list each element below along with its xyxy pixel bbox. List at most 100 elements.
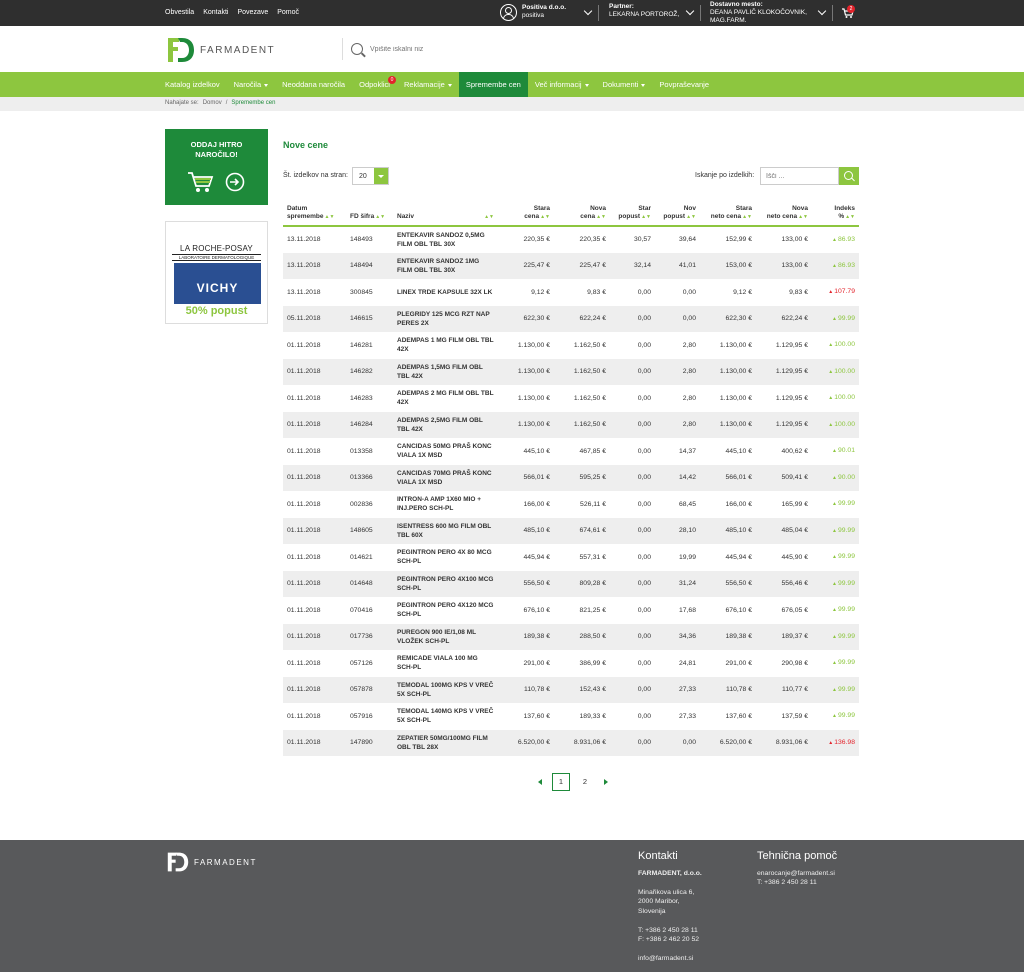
col-indeks[interactable]: Indeks %▲▼	[812, 198, 859, 227]
page-1[interactable]: 1	[552, 773, 570, 791]
user-icon[interactable]	[500, 4, 517, 21]
top-link-obvestila[interactable]: Obvestila	[165, 9, 194, 16]
row-name: TEMODAL 140MG KPS V VREČ 5X SCH-PL	[397, 708, 494, 725]
sort-icon[interactable]: ▲▼	[375, 214, 385, 220]
sort-icon[interactable]: ▲▼	[798, 214, 808, 220]
col-naziv[interactable]: Naziv ▲▼	[393, 198, 498, 227]
product-search-input[interactable]	[760, 167, 839, 185]
table-row[interactable]: 01.11.2018 017736 PUREGON 900 IE/1,08 ML V…	[283, 623, 859, 650]
table-row[interactable]: 01.11.2018 014648 PEGINTRON PERO 4X100 MCG…	[283, 570, 859, 597]
sort-icon[interactable]: ▲▼	[484, 213, 494, 221]
next-page-icon[interactable]	[604, 779, 608, 785]
table-row[interactable]: 01.11.2018 146282 ADEMPAS 1,5MG FILM OBL T…	[283, 358, 859, 385]
chevron-down-icon[interactable]	[583, 6, 593, 16]
table-row[interactable]: 01.11.2018 070416 PEGINTRON PERO 4X120 MCG…	[283, 597, 859, 624]
nav-item-vec-informacij[interactable]: Več informacij	[528, 72, 596, 97]
col-nova-cena[interactable]: Nova cena▲▼	[554, 198, 610, 227]
page-2[interactable]: 2	[576, 773, 594, 791]
row-new-price: 557,31 €	[579, 553, 606, 561]
prev-page-icon[interactable]	[538, 779, 542, 785]
nav-item-odpoklici[interactable]: Odpoklici 0	[352, 72, 397, 97]
arrow-up-icon: ▲	[832, 633, 837, 640]
nav-item-povprasevanje[interactable]: Povpraševanje	[652, 72, 716, 97]
col-label: popust	[663, 213, 686, 220]
table-row[interactable]: 01.11.2018 146281 ADEMPAS 1 MG FILM OBL TB…	[283, 332, 859, 359]
chevron-down-icon[interactable]	[374, 168, 388, 184]
nav-item-spremembe-cen[interactable]: Spremembe cen	[458, 72, 528, 97]
footer-support-email[interactable]: enarocanje@farmadent.si	[757, 870, 835, 877]
partner-selector[interactable]: Partner: LEKARNA PORTOROŽ,	[609, 3, 679, 19]
row-index: ▲99.99	[812, 570, 859, 597]
row-old-discount: 0,00	[610, 623, 655, 650]
chevron-down-icon[interactable]	[817, 6, 827, 16]
col-star-popust[interactable]: Star popust▲▼	[610, 198, 655, 227]
row-old-discount: 0,00	[637, 447, 651, 455]
price-changes-table: Datum spremembe▲▼ FD šifra▲▼ Naziv ▲▼ Star…	[283, 198, 859, 756]
arrow-up-icon: ▲	[832, 686, 837, 693]
table-row[interactable]: 13.11.2018 148493 ENTEKAVIR SANDOZ 0,5MG F…	[283, 226, 859, 253]
table-row[interactable]: 01.11.2018 057916 TEMODAL 140MG KPS V VREČ…	[283, 703, 859, 730]
row-old-net: 445,94 €	[725, 553, 752, 561]
table-row[interactable]: 05.11.2018 146615 PLEGRIDY 125 MCG RZT NAP…	[283, 305, 859, 332]
nav-item-neoddana-narocila[interactable]: Neoddana naročila	[275, 72, 352, 97]
table-row[interactable]: 01.11.2018 057878 TEMODAL 100MG KPS V VREČ…	[283, 676, 859, 703]
search-icon[interactable]	[351, 43, 363, 55]
row-index-value: 99.99	[837, 632, 855, 640]
col-nova-neto[interactable]: Nova neto cena▲▼	[756, 198, 812, 227]
logo[interactable]: FARMADENT	[166, 36, 275, 64]
caret-down-icon	[447, 83, 452, 87]
search-icon[interactable]	[839, 167, 859, 185]
table-row[interactable]: 01.11.2018 014621 PEGINTRON PERO 4X 80 MCG…	[283, 544, 859, 571]
nav-item-katalog[interactable]: Katalog izdelkov	[158, 72, 227, 97]
footer-logo[interactable]: FARMADENT	[166, 851, 257, 873]
footer-email[interactable]: info@farmadent.si	[638, 955, 693, 962]
sort-icon[interactable]: ▲▼	[742, 214, 752, 220]
chevron-down-icon[interactable]	[685, 6, 695, 16]
sort-icon[interactable]: ▲▼	[641, 214, 651, 220]
row-date: 01.11.2018	[283, 464, 346, 491]
sort-icon[interactable]: ▲▼	[540, 214, 550, 220]
vichy-banner[interactable]: LA ROCHE-POSAY LABORATOIRE DERMATOLOGIQU…	[165, 221, 268, 324]
top-link-kontakti[interactable]: Kontakti	[203, 9, 228, 16]
quick-order-promo[interactable]: ODDAJ HITRO NAROČILO!	[165, 129, 268, 205]
table-row[interactable]: 01.11.2018 002836 INTRON-A AMP 1X60 MIO + …	[283, 491, 859, 518]
sort-icon[interactable]: ▲▼	[325, 214, 335, 220]
per-page-select[interactable]: 20	[352, 167, 389, 185]
breadcrumb-home[interactable]: Domov	[203, 100, 222, 106]
row-new-discount: 14,37	[678, 447, 696, 455]
table-row[interactable]: 01.11.2018 146284 ADEMPAS 2,5MG FILM OBL T…	[283, 411, 859, 438]
row-old-net: 1.130,00 €	[719, 341, 752, 349]
nav-item-dokumenti[interactable]: Dokumenti	[596, 72, 653, 97]
arrow-up-icon: ▲	[832, 713, 837, 720]
search-input[interactable]	[370, 42, 570, 56]
col-datum[interactable]: Datum spremembe▲▼	[283, 198, 346, 227]
table-row[interactable]: 01.11.2018 148605 ISENTRESS 600 MG FILM OB…	[283, 517, 859, 544]
row-old-net: 137,60 €	[725, 712, 752, 720]
row-old-price: 485,10 €	[498, 517, 554, 544]
table-row[interactable]: 13.11.2018 148494 ENTEKAVIR SANDOZ 1MG FIL…	[283, 252, 859, 279]
table-row[interactable]: 01.11.2018 057126 REMICADE VIALA 100 MG SC…	[283, 650, 859, 677]
sort-icon[interactable]: ▲▼	[686, 214, 696, 220]
top-link-povezave[interactable]: Povezave	[237, 9, 268, 16]
sort-icon[interactable]: ▲▼	[596, 214, 606, 220]
row-index: ▲99.99	[812, 517, 859, 544]
table-row[interactable]: 01.11.2018 146283 ADEMPAS 2 MG FILM OBL TB…	[283, 385, 859, 412]
nav-item-reklamacije[interactable]: Reklamacije	[397, 72, 459, 97]
row-old-price: 1.130,00 €	[517, 341, 550, 349]
sort-icon[interactable]: ▲▼	[845, 214, 855, 220]
table-row[interactable]: 01.11.2018 147890 ZEPATIER 50MG/100MG FILM…	[283, 729, 859, 756]
table-row[interactable]: 13.11.2018 300845 LINEX TRDE KAPSULE 32X L…	[283, 279, 859, 306]
nav-item-narocila[interactable]: Naročila	[227, 72, 276, 97]
row-date: 01.11.2018	[287, 712, 321, 720]
delivery-selector[interactable]: Dostavno mesto: DEANA PAVLIČ KLOKOČOVNIK…	[710, 1, 807, 25]
table-row[interactable]: 01.11.2018 013366 CANCIDAS 70MG PRAŠ KONC …	[283, 464, 859, 491]
table-row[interactable]: 01.11.2018 013358 CANCIDAS 50MG PRAŠ KONC …	[283, 438, 859, 465]
col-stara-cena[interactable]: Stara cena▲▼	[498, 198, 554, 227]
row-old-discount: 0,00	[610, 517, 655, 544]
col-fd-sifra[interactable]: FD šifra▲▼	[346, 198, 393, 227]
col-stara-neto[interactable]: Stara neto cena▲▼	[700, 198, 756, 227]
col-nov-popust[interactable]: Nov popust▲▼	[655, 198, 700, 227]
odpoklici-badge: 0	[387, 76, 396, 84]
top-link-pomoc[interactable]: Pomoč	[277, 9, 299, 16]
account-selector[interactable]: Positiva d.o.o. positiva	[522, 4, 566, 20]
